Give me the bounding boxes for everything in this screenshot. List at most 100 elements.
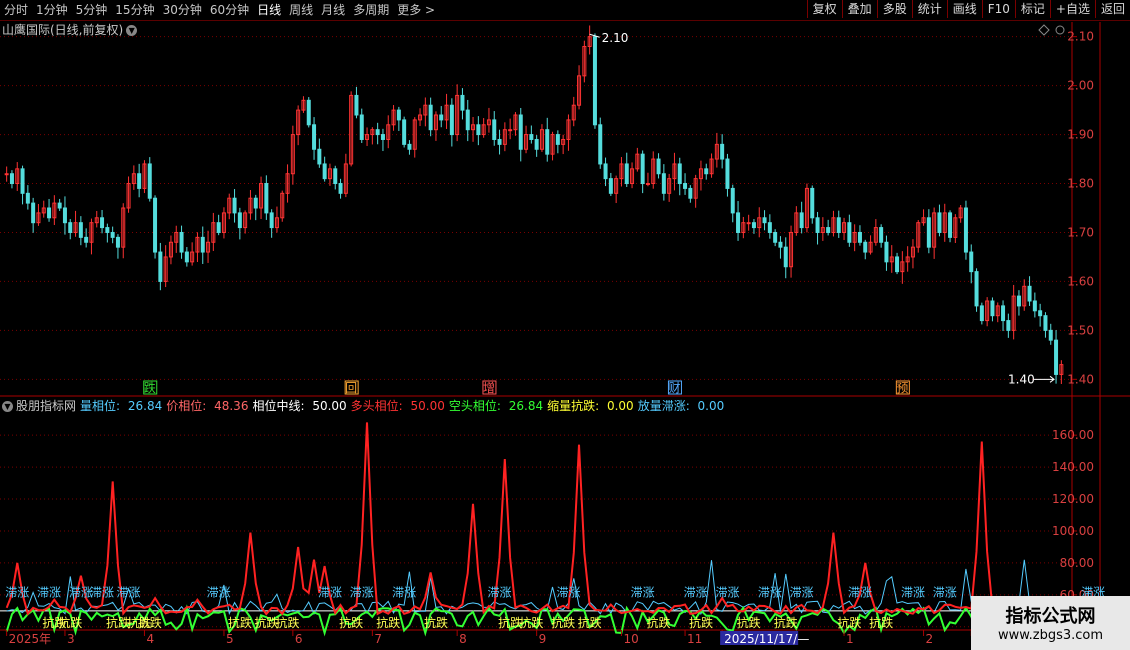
candle-body bbox=[545, 129, 550, 155]
candle-body bbox=[20, 168, 25, 194]
signal-label-down: 抗跌 bbox=[276, 615, 300, 630]
signal-label-down: 抗跌 bbox=[58, 615, 82, 630]
candle-body bbox=[815, 217, 820, 233]
candle-body bbox=[269, 212, 274, 229]
candle-body bbox=[158, 251, 163, 282]
candle-body bbox=[1027, 285, 1032, 302]
candle-body bbox=[4, 173, 9, 176]
candle-body bbox=[608, 178, 613, 194]
candle-body bbox=[884, 241, 889, 263]
x-tick-label: 3 bbox=[67, 632, 75, 646]
price-tick-label: 1.60 bbox=[1067, 274, 1094, 288]
candle-body bbox=[333, 168, 338, 185]
price-tick-label: 1.50 bbox=[1067, 323, 1094, 337]
candle-body bbox=[926, 217, 931, 248]
candle-body bbox=[428, 104, 433, 131]
candle-body bbox=[810, 187, 815, 219]
candle-body bbox=[751, 222, 756, 229]
candle-body bbox=[1043, 315, 1048, 331]
candle-body bbox=[1006, 320, 1011, 331]
signal-label-down: 抗跌 bbox=[376, 615, 400, 630]
signal-label-up: 滞涨 bbox=[488, 584, 512, 599]
candle-body bbox=[110, 231, 115, 238]
indicator-tick-label: 80.00 bbox=[1060, 556, 1094, 570]
candle-body bbox=[857, 231, 862, 243]
candle-body bbox=[62, 207, 67, 224]
event-label: 增 bbox=[483, 381, 495, 395]
signal-label-down: 抗跌 bbox=[551, 615, 575, 630]
signal-label-down: 抗跌 bbox=[689, 615, 713, 630]
candle-body bbox=[555, 134, 560, 145]
indicator-tick-label: 160.00 bbox=[1052, 428, 1094, 442]
candle-body bbox=[948, 212, 953, 238]
signal-label-down: 抗跌 bbox=[578, 615, 602, 630]
event-label: 回 bbox=[345, 381, 357, 395]
event-label: 预 bbox=[896, 381, 908, 395]
candle-body bbox=[449, 104, 454, 136]
candle-body bbox=[592, 36, 597, 126]
candle-body bbox=[508, 129, 513, 132]
candle-body bbox=[68, 222, 73, 233]
candle-body bbox=[778, 241, 783, 248]
signal-label-down: 抗跌 bbox=[228, 615, 252, 630]
x-tick-label: 11 bbox=[687, 632, 702, 646]
candle-body bbox=[836, 217, 841, 233]
candle-body bbox=[661, 173, 666, 194]
signal-label-up: 滞涨 bbox=[933, 584, 957, 599]
candle-body bbox=[974, 271, 979, 307]
candle-body bbox=[402, 119, 407, 145]
signal-label-up: 滞涨 bbox=[350, 584, 374, 599]
candle-body bbox=[232, 197, 237, 214]
event-label: 财 bbox=[668, 381, 680, 395]
watermark-url: www.zbgs3.com bbox=[997, 628, 1104, 643]
candle-body bbox=[767, 222, 772, 233]
indicator-tick-label: 120.00 bbox=[1052, 492, 1094, 506]
price-tick-label: 1.90 bbox=[1067, 128, 1094, 142]
signal-label-up: 滞涨 bbox=[901, 584, 925, 599]
signal-label-up: 滞涨 bbox=[5, 584, 29, 599]
price-tick-label: 2.10 bbox=[1067, 30, 1094, 44]
x-tick-label: 5 bbox=[226, 632, 234, 646]
candle-body bbox=[216, 222, 221, 233]
candle-body bbox=[200, 236, 205, 253]
candle-body bbox=[725, 158, 730, 189]
candle-body bbox=[439, 114, 444, 121]
candle-body bbox=[704, 168, 709, 175]
candle-body bbox=[460, 94, 465, 111]
x-tick-label: 6 bbox=[295, 632, 303, 646]
candle-body bbox=[78, 222, 83, 238]
candle-body bbox=[534, 138, 539, 150]
candle-body bbox=[969, 251, 974, 273]
signal-label-up: 滞涨 bbox=[117, 584, 141, 599]
candle-body bbox=[963, 207, 968, 253]
candle-body bbox=[799, 212, 804, 229]
signal-label-up: 滞涨 bbox=[758, 584, 782, 599]
price-tick-label: 1.80 bbox=[1067, 177, 1094, 191]
signal-label-up: 滞涨 bbox=[207, 584, 231, 599]
candle-body bbox=[25, 192, 30, 204]
signal-label-up: 滞涨 bbox=[715, 584, 739, 599]
candle-body bbox=[979, 305, 984, 322]
candle-body bbox=[31, 202, 36, 224]
candle-body bbox=[518, 114, 523, 150]
candle-body bbox=[1016, 295, 1021, 307]
signal-label-down: 抗跌 bbox=[869, 615, 893, 630]
stock-chart[interactable]: 1.40 1.50 1.60 1.70 1.80 1.90 2.00 2.10 2.10 1.40… bbox=[0, 0, 1130, 650]
signal-label-down: 抗跌 bbox=[737, 615, 761, 630]
candle-body bbox=[375, 129, 380, 136]
candle-body bbox=[492, 119, 497, 140]
candle-body bbox=[598, 124, 603, 165]
candle-body bbox=[1001, 305, 1006, 322]
signal-label-up: 滞涨 bbox=[684, 584, 708, 599]
signal-label-up: 滞涨 bbox=[90, 584, 114, 599]
signal-label-down: 抗跌 bbox=[647, 615, 671, 630]
candle-body bbox=[153, 197, 158, 253]
candle-body bbox=[338, 183, 343, 194]
price-tick-label: 1.40 bbox=[1067, 372, 1094, 386]
candle-body bbox=[105, 227, 110, 233]
signal-label-up: 滞涨 bbox=[556, 584, 580, 599]
candle-body bbox=[407, 143, 412, 150]
candle-body bbox=[179, 231, 184, 253]
signal-label-down: 抗跌 bbox=[837, 615, 861, 630]
candle-body bbox=[306, 99, 311, 126]
